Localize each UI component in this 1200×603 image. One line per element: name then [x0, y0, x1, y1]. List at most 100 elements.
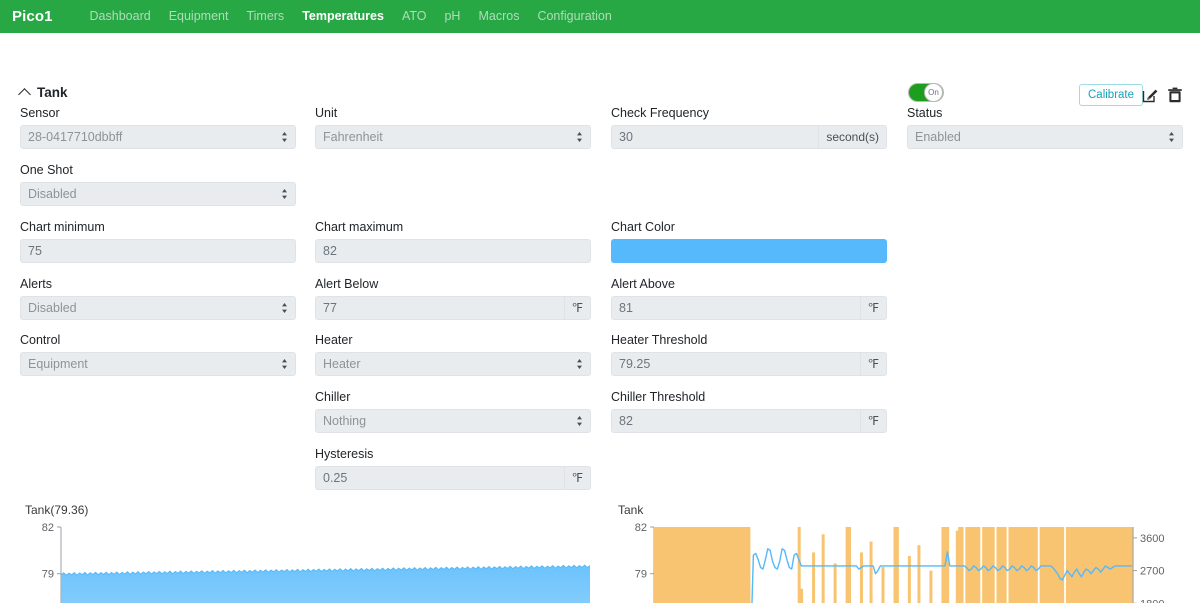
nav-item-equipment[interactable]: Equipment — [160, 0, 238, 33]
field-alert-above: Alert Above 81 ℉ — [611, 277, 887, 320]
chevron-updown-icon — [1168, 131, 1175, 143]
chevron-updown-icon — [281, 358, 288, 370]
nav-item-dashboard[interactable]: Dashboard — [81, 0, 160, 33]
alert-above-group: 81 ℉ — [611, 296, 887, 320]
label-heater-threshold: Heater Threshold — [611, 333, 708, 347]
nav-item-ato[interactable]: ATO — [393, 0, 436, 33]
sensor-select-value: 28-0417710dbbff — [28, 130, 123, 144]
alert-below-group: 77 ℉ — [315, 296, 591, 320]
sensor-select[interactable]: 28-0417710dbbff — [20, 125, 296, 149]
chiller-threshold-addon: ℉ — [859, 409, 887, 433]
toggle-knob-label: On — [924, 83, 943, 102]
chevron-updown-icon — [576, 131, 583, 143]
chevron-updown-icon — [281, 302, 288, 314]
field-hysteresis: Hysteresis 0.25 ℉ — [315, 447, 591, 490]
chart-tank-current-canvas[interactable]: 79 82 — [25, 519, 590, 603]
heater-threshold-addon: ℉ — [859, 352, 887, 376]
label-heater: Heater — [315, 333, 353, 347]
check-frequency-input[interactable]: 30 — [611, 125, 819, 149]
chart-tank-history: Tank 79 82 1800 2700 3600 — [618, 503, 1193, 603]
alert-below-input[interactable]: 77 — [315, 296, 564, 320]
tank-enable-toggle-wrap: On — [908, 83, 944, 102]
label-chart-minimum: Chart minimum — [20, 220, 105, 234]
chart-minimum-input[interactable]: 75 — [20, 239, 296, 263]
brand-logo[interactable]: Pico1 — [12, 8, 53, 25]
hysteresis-input[interactable]: 0.25 — [315, 466, 564, 490]
field-chiller-threshold: Chiller Threshold 82 ℉ — [611, 390, 887, 433]
chart-tank-current-title: Tank(79.36) — [25, 503, 89, 517]
chiller-threshold-input[interactable]: 82 — [611, 409, 860, 433]
chevron-updown-icon — [576, 415, 583, 427]
chevron-updown-icon — [281, 131, 288, 143]
unit-select[interactable]: Fahrenheit — [315, 125, 591, 149]
chart-tank-history-canvas[interactable]: 79 82 1800 2700 3600 — [618, 519, 1193, 603]
label-alert-below: Alert Below — [315, 277, 379, 291]
chart-tank-current: Tank(79.36) 79 82 — [25, 503, 590, 603]
field-sensor: Sensor 28-0417710dbbff — [20, 106, 296, 149]
check-frequency-addon: second(s) — [818, 125, 887, 149]
nav-item-ph[interactable]: pH — [435, 0, 469, 33]
chevron-updown-icon — [576, 358, 583, 370]
label-chiller-threshold: Chiller Threshold — [611, 390, 706, 404]
trash-icon[interactable] — [1166, 86, 1184, 104]
chevron-up-icon — [18, 88, 31, 101]
label-control: Control — [20, 333, 61, 347]
label-unit: Unit — [315, 106, 338, 120]
label-chart-color: Chart Color — [611, 220, 675, 234]
heater-threshold-input[interactable]: 79.25 — [611, 352, 860, 376]
control-select-value: Equipment — [28, 357, 88, 371]
alert-above-input[interactable]: 81 — [611, 296, 860, 320]
alert-below-addon: ℉ — [563, 296, 591, 320]
control-select[interactable]: Equipment — [20, 352, 296, 376]
nav-links: Dashboard Equipment Timers Temperatures … — [81, 0, 621, 33]
check-frequency-group: 30 second(s) — [611, 125, 887, 149]
chart-tank-history-title: Tank — [618, 503, 644, 517]
status-select[interactable]: Enabled — [907, 125, 1183, 149]
one-shot-select-value: Disabled — [28, 187, 77, 201]
calibrate-button[interactable]: Calibrate — [1079, 84, 1144, 106]
alerts-select[interactable]: Disabled — [20, 296, 296, 320]
field-chiller: Chiller Nothing — [315, 390, 591, 433]
alert-above-addon: ℉ — [859, 296, 887, 320]
tank-enable-toggle[interactable]: On — [908, 83, 944, 102]
svg-text:82: 82 — [635, 522, 647, 534]
svg-text:82: 82 — [42, 522, 54, 534]
tank-section-header[interactable]: Tank — [18, 85, 68, 101]
heater-select-value: Heater — [323, 357, 361, 371]
chiller-select[interactable]: Nothing — [315, 409, 591, 433]
label-chiller: Chiller — [315, 390, 351, 404]
label-status: Status — [907, 106, 943, 120]
field-check-frequency: Check Frequency 30 second(s) — [611, 106, 887, 149]
heater-select[interactable]: Heater — [315, 352, 591, 376]
hysteresis-group: 0.25 ℉ — [315, 466, 591, 490]
field-alerts: Alerts Disabled — [20, 277, 296, 320]
label-check-frequency: Check Frequency — [611, 106, 709, 120]
heater-threshold-group: 79.25 ℉ — [611, 352, 887, 376]
chart-maximum-input[interactable]: 82 — [315, 239, 591, 263]
svg-text:1800: 1800 — [1140, 598, 1164, 603]
chart-color-swatch[interactable] — [611, 239, 887, 263]
field-unit: Unit Fahrenheit — [315, 106, 591, 149]
field-alert-below: Alert Below 77 ℉ — [315, 277, 591, 320]
field-control: Control Equipment — [20, 333, 296, 376]
unit-select-value: Fahrenheit — [323, 130, 383, 144]
tank-section-title: Tank — [37, 85, 68, 100]
nav-item-macros[interactable]: Macros — [469, 0, 528, 33]
nav-item-temperatures[interactable]: Temperatures — [293, 0, 393, 33]
svg-text:79: 79 — [42, 569, 54, 581]
nav-item-configuration[interactable]: Configuration — [528, 0, 620, 33]
field-chart-maximum: Chart maximum 82 — [315, 220, 591, 263]
label-sensor: Sensor — [20, 106, 60, 120]
chevron-updown-icon — [281, 188, 288, 200]
alerts-select-value: Disabled — [28, 301, 77, 315]
svg-text:2700: 2700 — [1140, 566, 1164, 578]
edit-icon[interactable] — [1141, 86, 1159, 104]
nav-item-timers[interactable]: Timers — [237, 0, 293, 33]
one-shot-select[interactable]: Disabled — [20, 182, 296, 206]
field-one-shot: One Shot Disabled — [20, 163, 296, 206]
field-chart-minimum: Chart minimum 75 — [20, 220, 296, 263]
top-navbar: Pico1 Dashboard Equipment Timers Tempera… — [0, 0, 1200, 33]
chiller-threshold-group: 82 ℉ — [611, 409, 887, 433]
label-alerts: Alerts — [20, 277, 52, 291]
status-select-value: Enabled — [915, 130, 961, 144]
